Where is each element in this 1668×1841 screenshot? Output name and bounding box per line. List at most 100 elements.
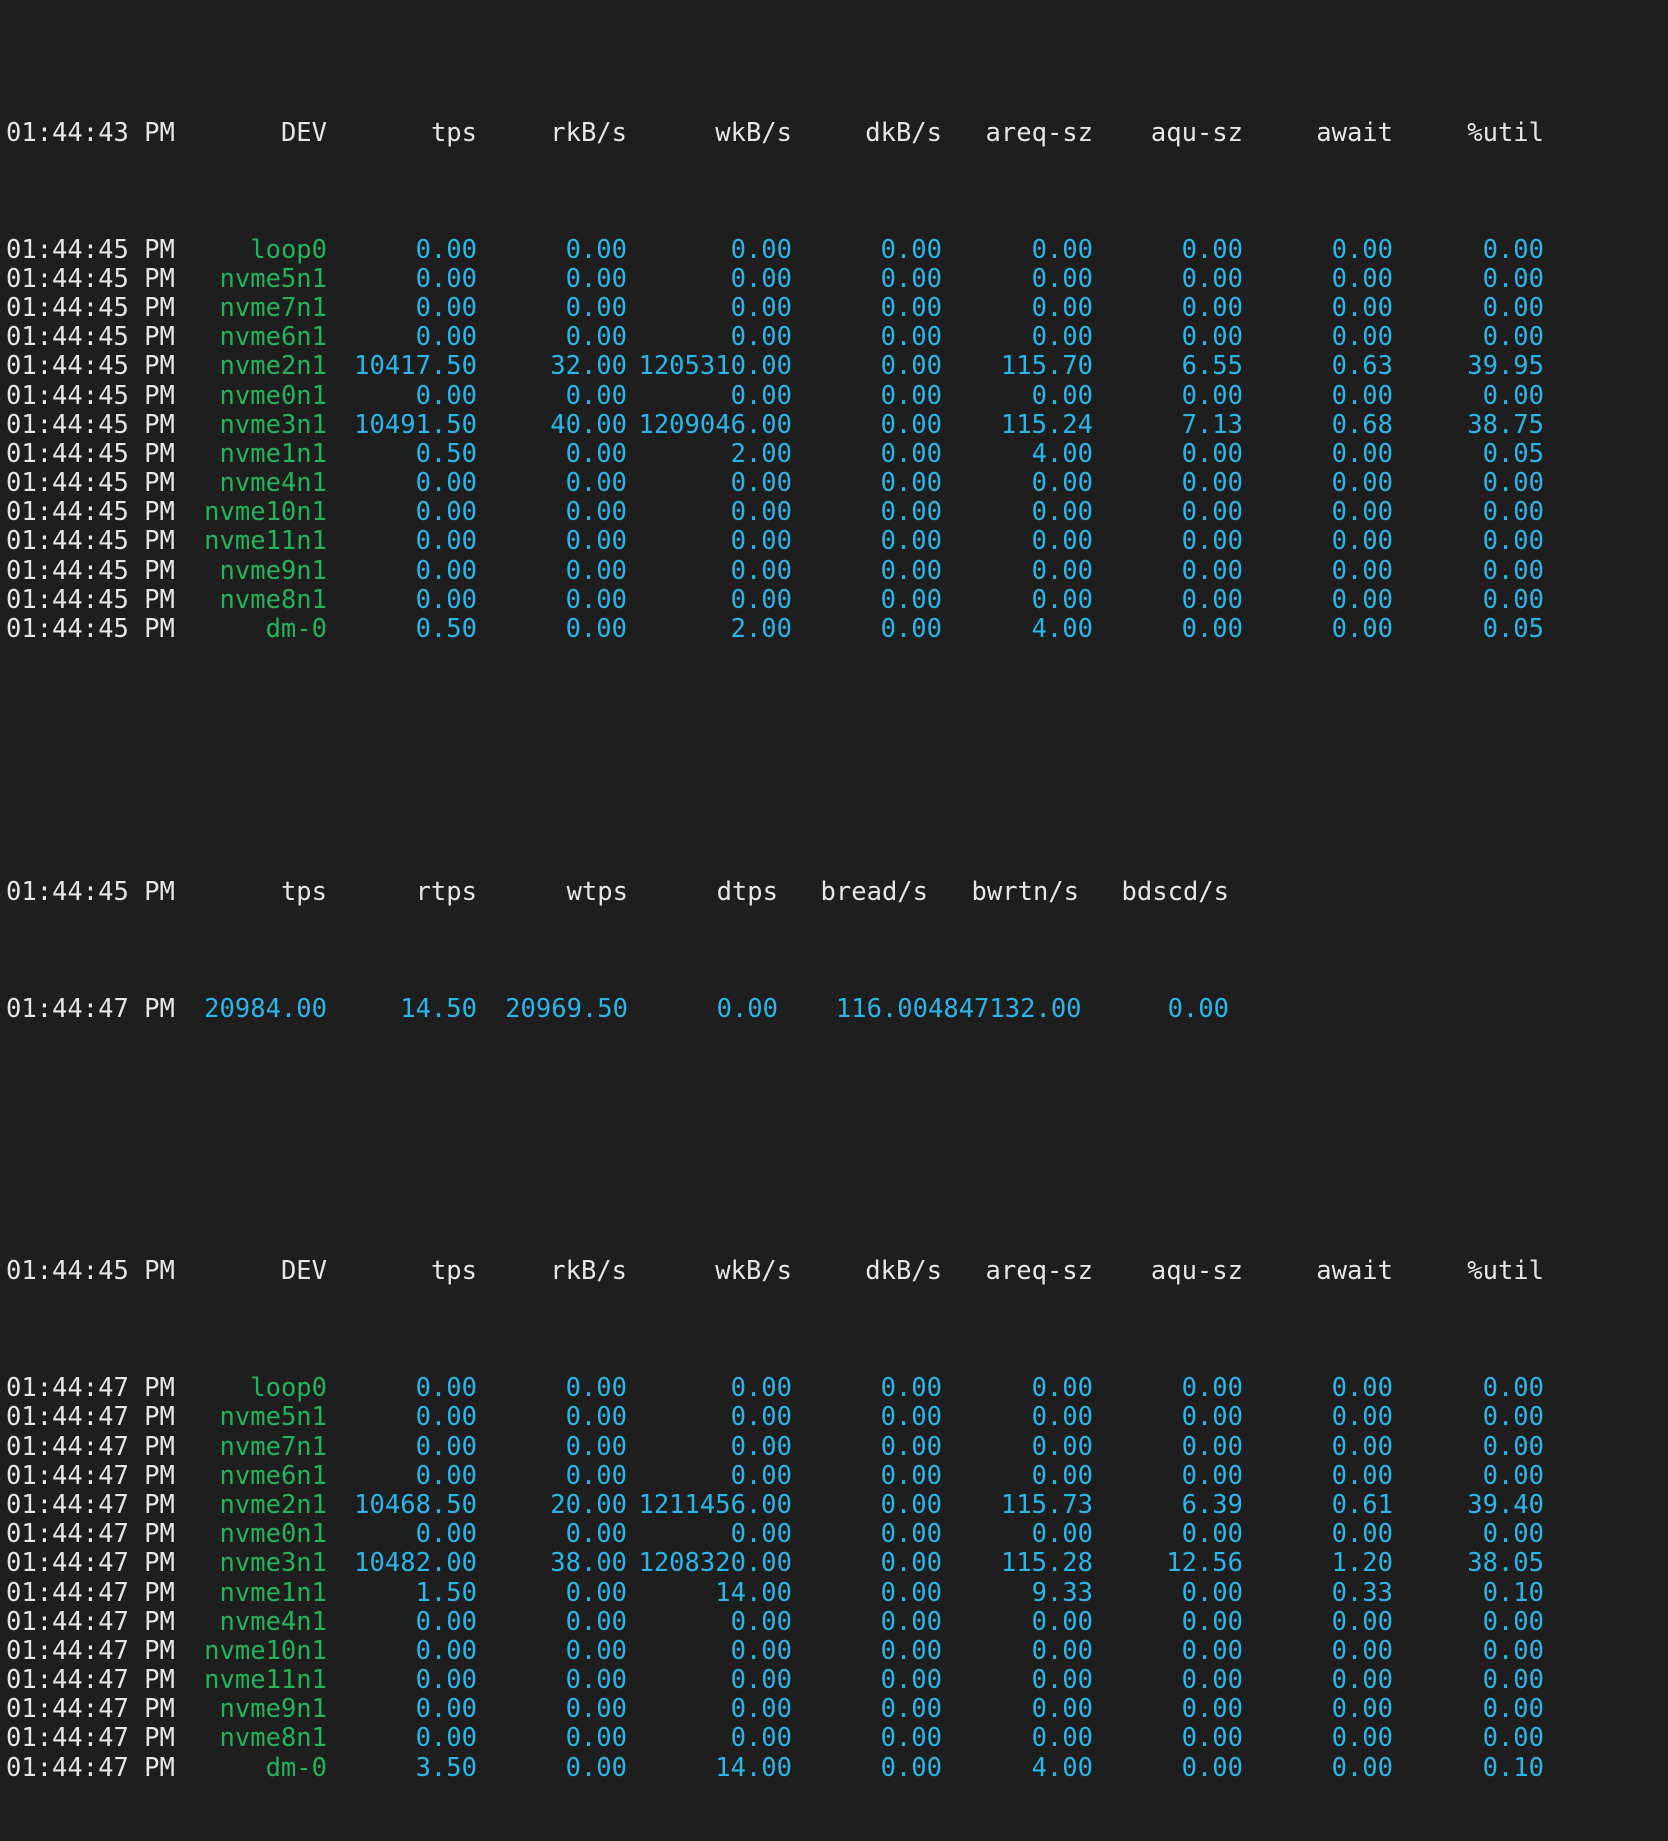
- await-value: 0.33: [1331, 1577, 1393, 1608]
- device-row: 01:44:47 PM loop0 0.00 0.00 0.00 0.00 0.00 0.00…: [6, 1374, 1668, 1403]
- tps-value: 0.00: [415, 1519, 477, 1550]
- wkb-value: 0.00: [730, 322, 792, 353]
- header-dev: DEV: [280, 117, 327, 148]
- device-name: nvme4n1: [219, 1606, 327, 1637]
- await-value: 0.00: [1331, 1723, 1393, 1754]
- await-value: 0.00: [1331, 1665, 1393, 1696]
- device-row: 01:44:47 PM nvme3n1 10482.00 38.00 1208320.0…: [6, 1549, 1668, 1578]
- dkb-value: 0.00: [880, 322, 942, 353]
- aqu-sz-value: 0.00: [1181, 1665, 1243, 1696]
- tps-value: 10468.50: [354, 1489, 477, 1520]
- wkb-value: 0.00: [730, 1373, 792, 1404]
- areq-sz-value: 0.00: [1031, 1402, 1093, 1433]
- row-timestamp: 01:44:45 PM: [6, 438, 175, 469]
- row-timestamp: 01:44:47 PM: [6, 1752, 175, 1783]
- await-value: 0.00: [1331, 1402, 1393, 1433]
- device-row: 01:44:47 PM nvme4n1 0.00 0.00 0.00 0.00 0.00 0.…: [6, 1606, 1668, 1637]
- device-row: 01:44:45 PM nvme2n1 10417.50 32.00 1205310.0…: [6, 352, 1668, 381]
- await-value: 0.00: [1331, 292, 1393, 323]
- util-value: 39.95: [1467, 351, 1544, 382]
- header-areq: areq-sz: [985, 1256, 1093, 1287]
- await-value: 0.00: [1331, 614, 1393, 645]
- device-name: nvme3n1: [219, 1548, 327, 1579]
- device-row: 01:44:47 PM dm-0 3.50 0.00 14.00 0.00 4.00 0.00…: [6, 1752, 1668, 1783]
- wkb-value: 0.00: [730, 1665, 792, 1696]
- row-timestamp: 01:44:45 PM: [6, 614, 175, 645]
- header-util: %util: [1467, 117, 1544, 148]
- rkb-value: 0.00: [565, 292, 627, 323]
- dkb-value: 0.00: [880, 526, 942, 557]
- rkb-value: 0.00: [565, 1402, 627, 1433]
- row-timestamp: 01:44:45 PM: [6, 234, 175, 265]
- device-name: nvme11n1: [204, 1665, 327, 1696]
- rkb-value: 0.00: [565, 1577, 627, 1608]
- areq-sz-value: 4.00: [1031, 1752, 1093, 1783]
- aqu-sz-value: 0.00: [1181, 614, 1243, 645]
- row-timestamp: 01:44:47 PM: [6, 993, 175, 1024]
- rkb-value: 0.00: [565, 1723, 627, 1754]
- device-row: 01:44:47 PM nvme9n1 0.00 0.00 0.00 0.00 0.00 0.…: [6, 1695, 1668, 1724]
- tps-value: 0.00: [415, 526, 477, 557]
- util-value: 0.00: [1482, 497, 1544, 528]
- areq-sz-value: 0.00: [1031, 584, 1093, 615]
- areq-sz-value: 115.24: [1000, 409, 1093, 440]
- device-name: nvme6n1: [219, 1460, 327, 1491]
- summary-header: 01:44:45 PM tps rtps wtps dtps bread/s bwrtn/s…: [6, 876, 1668, 907]
- device-name: nvme9n1: [219, 1694, 327, 1725]
- aqu-sz-value: 6.55: [1181, 351, 1243, 382]
- util-value: 0.05: [1482, 438, 1544, 469]
- row-timestamp: 01:44:47 PM: [6, 1606, 175, 1637]
- await-value: 0.00: [1331, 1519, 1393, 1550]
- await-value: 0.00: [1331, 1460, 1393, 1491]
- util-value: 0.00: [1482, 1519, 1544, 1550]
- device-name: nvme0n1: [219, 380, 327, 411]
- await-value: 0.00: [1331, 1431, 1393, 1462]
- rkb-value: 0.00: [565, 1665, 627, 1696]
- await-value: 0.00: [1331, 1694, 1393, 1725]
- rkb-value: 0.00: [565, 438, 627, 469]
- wkb-value: 14.00: [715, 1752, 792, 1783]
- dkb-value: 0.00: [880, 497, 942, 528]
- areq-sz-value: 0.00: [1031, 1431, 1093, 1462]
- row-timestamp: 01:44:45 PM: [6, 584, 175, 615]
- device-name: nvme3n1: [219, 409, 327, 440]
- row-timestamp: 01:44:47 PM: [6, 1402, 175, 1433]
- device-name: nvme5n1: [219, 1402, 327, 1433]
- dkb-value: 0.00: [880, 380, 942, 411]
- util-value: 0.10: [1482, 1752, 1544, 1783]
- wkb-value: 1209046.00: [638, 409, 792, 440]
- tps-value: 0.00: [415, 584, 477, 615]
- await-value: 0.00: [1331, 322, 1393, 353]
- header-dkb: dkB/s: [865, 117, 942, 148]
- aqu-sz-value: 0.00: [1181, 584, 1243, 615]
- device-row: 01:44:45 PM nvme4n1 0.00 0.00 0.00 0.00 0.00 0.…: [6, 468, 1668, 499]
- aqu-sz-value: 0.00: [1181, 1431, 1243, 1462]
- aqu-sz-value: 0.00: [1181, 468, 1243, 499]
- areq-sz-value: 115.73: [1000, 1489, 1093, 1520]
- device-name: nvme2n1: [219, 1489, 327, 1520]
- tps-value: 0.50: [415, 614, 477, 645]
- device-name: nvme4n1: [219, 468, 327, 499]
- device-row: 01:44:47 PM nvme11n1 0.00 0.00 0.00 0.00 0.00 0…: [6, 1665, 1668, 1696]
- util-value: 38.75: [1467, 409, 1544, 440]
- terminal-output[interactable]: 01:44:43 PM DEV tps rkB/s wkB/s dkB/s areq-sz a…: [0, 0, 1668, 1782]
- row-timestamp: 01:44:45 PM: [6, 380, 175, 411]
- dkb-value: 0.00: [880, 1577, 942, 1608]
- util-value: 0.00: [1482, 292, 1544, 323]
- rkb-value: 0.00: [565, 1694, 627, 1725]
- row-timestamp: 01:44:45 PM: [6, 526, 175, 557]
- await-value: 0.00: [1331, 1752, 1393, 1783]
- rkb-value: 38.00: [550, 1548, 627, 1579]
- wkb-value: 0.00: [730, 1519, 792, 1550]
- rkb-value: 0.00: [565, 1752, 627, 1783]
- aqu-sz-value: 7.13: [1181, 409, 1243, 440]
- await-value: 0.00: [1331, 234, 1393, 265]
- row-timestamp: 01:44:45 PM: [6, 468, 175, 499]
- header-dtps: dtps: [716, 876, 778, 907]
- areq-sz-value: 0.00: [1031, 1519, 1093, 1550]
- header-bdscd: bdscd/s: [1121, 876, 1229, 907]
- tps-value: 0.00: [415, 1373, 477, 1404]
- device-name: nvme0n1: [219, 1519, 327, 1550]
- rkb-value: 0.00: [565, 526, 627, 557]
